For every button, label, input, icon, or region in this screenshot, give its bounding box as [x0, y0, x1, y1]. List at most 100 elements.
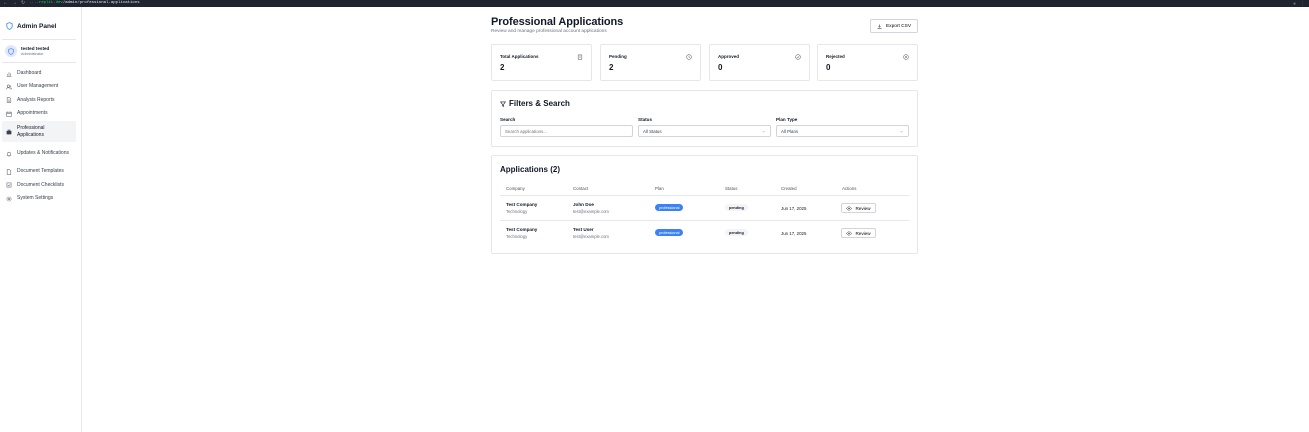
sidebar-item-user-management[interactable]: User Management [2, 80, 76, 93]
chevron-down-icon [762, 130, 765, 133]
status-badge: pending [725, 204, 748, 211]
plan-type-select[interactable]: All Plans [776, 125, 909, 137]
eye-icon [846, 231, 853, 235]
gear-icon [6, 196, 12, 201]
sidebar-item-dashboard[interactable]: Dashboard [2, 67, 76, 80]
sidebar-item-label: Appointments [17, 110, 48, 116]
user-profile[interactable]: tested tested Administrator [5, 40, 78, 62]
applications-title: Applications (2) [500, 165, 561, 174]
filter-icon [500, 101, 506, 107]
user-name: tested tested [21, 45, 50, 51]
status-select[interactable]: All Status [638, 125, 771, 137]
main-content: Professional Applications Review and man… [82, 7, 1309, 432]
sidebar-item-document-checklists[interactable]: Document Checklists [2, 178, 76, 192]
sidebar-item-label: Analysis Reports [17, 96, 55, 103]
sidebar-item-label: System Settings [17, 195, 54, 201]
company-name: Test Company [506, 202, 538, 207]
check-circle-icon [795, 54, 801, 60]
avatar [5, 45, 17, 57]
sidebar-nav: Dashboard User Management Analysis Repor… [2, 62, 76, 205]
stat-card-pending: Pending 2 [600, 44, 701, 81]
company-name: Test Company [506, 227, 538, 232]
company-industry: Technology [506, 209, 528, 214]
column-header-status: Status [725, 186, 738, 191]
contact-email: test@example.com [573, 234, 609, 239]
contact-email: test@example.com [573, 209, 609, 214]
address-bar[interactable]: ...-replit.dev/admin/professional-applic… [29, 0, 139, 7]
table-divider [500, 195, 909, 196]
file-text-icon [6, 97, 12, 103]
stat-card-approved: Approved 0 [709, 44, 810, 81]
company-industry: Technology [506, 234, 528, 239]
review-button[interactable]: Review [841, 203, 876, 213]
menu-icon[interactable]: ⋮ [1300, 1, 1305, 7]
eye-icon [846, 206, 853, 210]
export-csv-label: Export CSV [885, 23, 912, 29]
sidebar-item-label: Updates & Notifications [17, 150, 69, 156]
export-csv-button[interactable]: Export CSV [870, 19, 918, 33]
column-header-plan: Plan [655, 186, 664, 191]
back-icon[interactable]: ← [3, 0, 8, 7]
checklist-icon [6, 182, 12, 188]
created-date: Jun 17, 2025 [781, 206, 807, 211]
sidebar-item-label: Professional Applications [17, 124, 45, 138]
review-button-label: Review [855, 230, 871, 236]
shield-icon [6, 22, 13, 30]
chevron-down-icon [900, 130, 903, 133]
sidebar-item-appointments[interactable]: Appointments [2, 107, 76, 120]
review-button-label: Review [855, 205, 871, 211]
sidebar-item-system-settings[interactable]: System Settings [2, 192, 76, 205]
status-badge: pending [725, 229, 748, 236]
users-icon [6, 84, 12, 89]
stat-label: Pending [609, 54, 627, 59]
status-label: Status [638, 117, 653, 122]
contact-name: John Doe [573, 202, 594, 207]
search-input[interactable] [500, 125, 633, 137]
stat-value: 0 [718, 63, 723, 72]
column-header-company: Company [506, 186, 525, 191]
sidebar: Admin Panel tested tested Administrator … [0, 7, 82, 432]
sidebar-item-document-templates[interactable]: Document Templates [2, 165, 76, 178]
filters-title: Filters & Search [509, 99, 570, 108]
sidebar-item-analysis-reports[interactable]: Analysis Reports [2, 93, 76, 107]
brand: Admin Panel [0, 7, 81, 33]
shield-icon [8, 47, 14, 55]
created-date: Jun 17, 2025 [781, 231, 807, 236]
stat-value: 0 [826, 63, 831, 72]
plan-badge: professional [655, 229, 684, 236]
column-header-contact: Contact [573, 186, 589, 191]
stat-card-total: Total Applications 2 [491, 44, 592, 81]
forward-icon[interactable]: → [12, 0, 17, 7]
sidebar-item-label: Document Templates [17, 168, 64, 174]
bar-chart-icon [6, 71, 12, 77]
stat-card-rejected: Rejected 0 [817, 44, 918, 81]
briefcase-icon [6, 129, 12, 134]
stat-label: Total Applications [500, 54, 539, 59]
sidebar-item-professional-applications[interactable]: Professional Applications [2, 121, 76, 142]
download-icon [877, 24, 882, 28]
column-header-actions: Actions [842, 186, 857, 191]
bell-icon [6, 151, 12, 157]
review-button[interactable]: Review [841, 228, 876, 238]
reload-icon[interactable]: ↻ [21, 0, 25, 7]
file-icon [6, 168, 12, 175]
clock-icon [686, 54, 692, 60]
page-title: Professional Applications [491, 16, 624, 28]
contact-name: Test User [573, 227, 594, 232]
sidebar-item-updates-notifications[interactable]: Updates & Notifications [2, 143, 76, 164]
stat-value: 2 [609, 63, 614, 72]
app-title: Admin Panel [17, 22, 57, 30]
applications-card: Applications (2) Company Contact Plan St… [491, 155, 918, 254]
filters-card: Filters & Search Search Status All Statu… [491, 90, 918, 147]
plan-type-select-value: All Plans [781, 128, 799, 134]
column-header-created: Created [781, 186, 797, 191]
stat-label: Rejected [826, 54, 845, 59]
extensions-icon[interactable]: ● [1293, 1, 1296, 7]
sidebar-item-label: User Management [17, 83, 59, 89]
plan-badge: professional [655, 204, 684, 211]
browser-toolbar: ← → ↻ ...-replit.dev/admin/professional-… [0, 0, 1309, 7]
user-role: Administrator [21, 51, 44, 56]
stat-label: Approved [718, 54, 740, 59]
stat-value: 2 [500, 63, 505, 72]
plan-type-label: Plan Type [776, 117, 798, 122]
